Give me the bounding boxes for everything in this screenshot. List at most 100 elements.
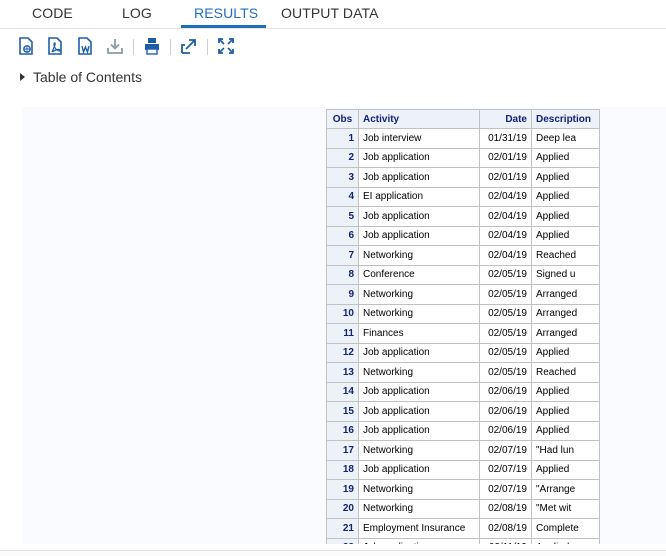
- column-header-activity: Activity: [358, 109, 480, 129]
- table-row: 14 Job application 02/06/19 Applied: [326, 381, 600, 402]
- cell-obs: 8: [326, 264, 359, 285]
- download-pdf-icon[interactable]: [45, 36, 65, 56]
- cell-activity: Networking: [358, 440, 480, 461]
- cell-obs: 2: [326, 147, 359, 168]
- table-row: 1 Job interview 01/31/19 Deep lea: [326, 128, 600, 149]
- table-row: 3 Job application 02/01/19 Applied: [326, 167, 600, 188]
- cell-obs: 16: [326, 420, 359, 441]
- cell-activity: Networking: [358, 498, 480, 519]
- table-row: 6 Job application 02/04/19 Applied: [326, 225, 600, 246]
- maximize-icon[interactable]: [216, 36, 236, 56]
- cell-activity: Networking: [358, 479, 480, 500]
- cell-date: 02/06/19: [479, 381, 532, 402]
- tab-bar: CODE LOG RESULTS OUTPUT DATA: [0, 0, 666, 29]
- cell-description: Applied: [531, 342, 600, 363]
- cell-description: Applied: [531, 225, 600, 246]
- cell-obs: 3: [326, 167, 359, 188]
- cell-description: Applied: [531, 537, 600, 544]
- toc-label: Table of Contents: [33, 69, 142, 85]
- table-row: 12 Job application 02/05/19 Applied: [326, 342, 600, 363]
- table-row: 2 Job application 02/01/19 Applied: [326, 147, 600, 168]
- toolbar-divider: [133, 39, 134, 55]
- cell-activity: Conference: [358, 264, 480, 285]
- cell-description: Applied: [531, 167, 600, 188]
- cell-description: Applied: [531, 401, 600, 422]
- cell-activity: Networking: [358, 362, 480, 383]
- cell-date: 02/04/19: [479, 245, 532, 266]
- cell-description: "Arrange: [531, 479, 600, 500]
- cell-date: 02/05/19: [479, 323, 532, 344]
- cell-date: 02/05/19: [479, 284, 532, 305]
- results-viewer[interactable]: Obs Activity Date Description 1 Job inter…: [22, 107, 666, 544]
- cell-description: Applied: [531, 381, 600, 402]
- table-row: 18 Job application 02/07/19 Applied: [326, 459, 600, 480]
- results-table: Obs Activity Date Description 1 Job inter…: [326, 109, 600, 544]
- cell-obs: 10: [326, 303, 359, 324]
- cell-activity: Finances: [358, 323, 480, 344]
- cell-activity: Employment Insurance: [358, 518, 480, 539]
- cell-date: 02/06/19: [479, 420, 532, 441]
- print-icon[interactable]: [142, 36, 162, 56]
- download-html-icon[interactable]: [16, 36, 36, 56]
- results-toolbar: [0, 29, 666, 63]
- tab-results[interactable]: RESULTS: [194, 5, 258, 21]
- cell-description: Complete: [531, 518, 600, 539]
- table-row: 19 Networking 02/07/19 "Arrange: [326, 479, 600, 500]
- cell-obs: 7: [326, 245, 359, 266]
- table-row: 20 Networking 02/08/19 "Met wit: [326, 498, 600, 519]
- table-row: 10 Networking 02/05/19 Arranged: [326, 303, 600, 324]
- table-of-contents-toggle[interactable]: Table of Contents: [18, 68, 142, 86]
- cell-obs: 1: [326, 128, 359, 149]
- cell-date: 02/05/19: [479, 342, 532, 363]
- cell-description: Signed u: [531, 264, 600, 285]
- cell-activity: Job application: [358, 459, 480, 480]
- cell-date: 02/07/19: [479, 479, 532, 500]
- toolbar-divider: [207, 39, 208, 55]
- table-row: 9 Networking 02/05/19 Arranged: [326, 284, 600, 305]
- download-icon[interactable]: [105, 36, 125, 56]
- tab-log[interactable]: LOG: [122, 5, 152, 21]
- cell-date: 02/05/19: [479, 303, 532, 324]
- cell-date: 02/05/19: [479, 362, 532, 383]
- cell-activity: Job application: [358, 167, 480, 188]
- cell-date: 02/04/19: [479, 225, 532, 246]
- cell-activity: Job application: [358, 225, 480, 246]
- cell-activity: Networking: [358, 303, 480, 324]
- table-row: 5 Job application 02/04/19 Applied: [326, 206, 600, 227]
- download-rtf-icon[interactable]: [75, 36, 95, 56]
- table-row: 15 Job application 02/06/19 Applied: [326, 401, 600, 422]
- table-row: 21 Employment Insurance 02/08/19 Complete: [326, 518, 600, 539]
- cell-description: Reached: [531, 245, 600, 266]
- cell-obs: 6: [326, 225, 359, 246]
- cell-obs: 14: [326, 381, 359, 402]
- cell-activity: Job application: [358, 147, 480, 168]
- cell-description: Deep lea: [531, 128, 600, 149]
- table-row: 11 Finances 02/05/19 Arranged: [326, 323, 600, 344]
- table-row: 4 EI application 02/04/19 Applied: [326, 186, 600, 207]
- table-row: 17 Networking 02/07/19 "Had lun: [326, 440, 600, 461]
- cell-description: Arranged: [531, 323, 600, 344]
- table-row: 8 Conference 02/05/19 Signed u: [326, 264, 600, 285]
- cell-date: 02/05/19: [479, 264, 532, 285]
- column-header-description: Description: [531, 109, 600, 129]
- cell-description: Applied: [531, 206, 600, 227]
- cell-description: Applied: [531, 147, 600, 168]
- cell-date: 02/01/19: [479, 167, 532, 188]
- cell-obs: 4: [326, 186, 359, 207]
- cell-activity: Job interview: [358, 128, 480, 149]
- cell-date: 02/11/19: [479, 537, 532, 544]
- cell-description: "Had lun: [531, 440, 600, 461]
- cell-date: 01/31/19: [479, 128, 532, 149]
- tab-output-data[interactable]: OUTPUT DATA: [281, 5, 379, 21]
- tab-code[interactable]: CODE: [32, 5, 73, 21]
- open-new-window-icon[interactable]: [179, 36, 199, 56]
- cell-obs: 15: [326, 401, 359, 422]
- cell-date: 02/06/19: [479, 401, 532, 422]
- horizontal-scrollbar[interactable]: [0, 550, 666, 556]
- active-tab-indicator: [181, 25, 266, 28]
- cell-obs: 18: [326, 459, 359, 480]
- toolbar-divider: [170, 39, 171, 55]
- cell-activity: Job application: [358, 401, 480, 422]
- cell-activity: Job application: [358, 381, 480, 402]
- cell-description: "Met wit: [531, 498, 600, 519]
